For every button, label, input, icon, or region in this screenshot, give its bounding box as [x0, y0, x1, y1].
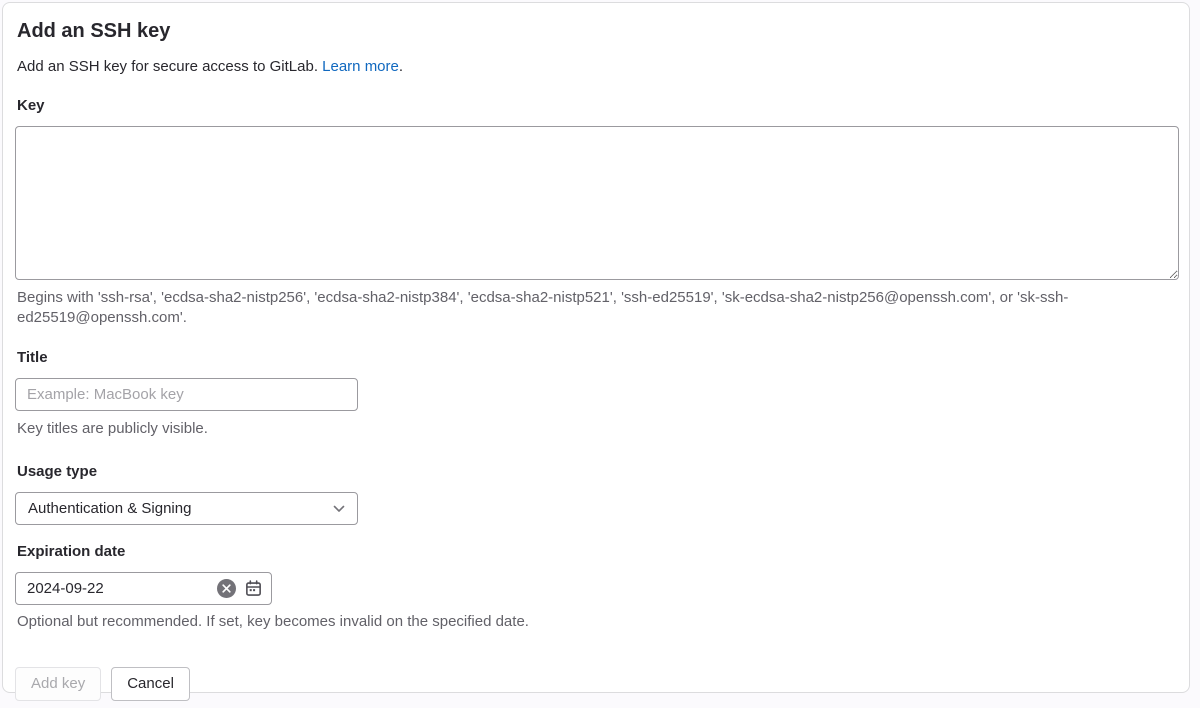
expiration-date-field[interactable]: 2024-09-22 — [15, 572, 272, 605]
cancel-button[interactable]: Cancel — [111, 667, 190, 701]
title-form-group: Title Key titles are publicly visible. — [15, 350, 1177, 439]
page-description: Add an SSH key for secure access to GitL… — [17, 57, 1177, 76]
x-circle-icon — [222, 584, 231, 593]
add-key-button[interactable]: Add key — [15, 667, 101, 701]
usage-type-label: Usage type — [17, 464, 1177, 479]
expiration-form-group: Expiration date 2024-09-22 — [15, 544, 1177, 632]
expiration-help-text: Optional but recommended. If set, key be… — [17, 612, 1177, 632]
title-input[interactable] — [15, 378, 358, 411]
usage-type-select[interactable]: Authentication & Signing — [15, 492, 358, 525]
expiration-label: Expiration date — [17, 544, 1177, 559]
title-help-text: Key titles are publicly visible. — [17, 419, 1177, 439]
description-text: Add an SSH key for secure access to GitL… — [17, 58, 322, 75]
page-title: Add an SSH key — [17, 17, 1177, 45]
add-ssh-key-panel: Add an SSH key Add an SSH key for secure… — [2, 2, 1190, 693]
calendar-picker-button[interactable] — [244, 580, 262, 598]
learn-more-link[interactable]: Learn more — [322, 58, 399, 75]
expiration-date-value[interactable]: 2024-09-22 — [27, 580, 217, 597]
chevron-down-icon — [333, 505, 345, 513]
calendar-icon — [245, 580, 262, 597]
title-label: Title — [17, 350, 1177, 365]
usage-type-form-group: Usage type Authentication & Signing — [15, 464, 1177, 525]
key-label: Key — [17, 98, 1177, 113]
clear-date-button[interactable] — [217, 579, 236, 598]
description-suffix: . — [399, 58, 403, 75]
form-actions: Add key Cancel — [15, 667, 1177, 701]
ssh-key-textarea[interactable] — [15, 126, 1179, 280]
key-form-group: Key Begins with 'ssh-rsa', 'ecdsa-sha2-n… — [15, 98, 1177, 328]
usage-type-selected-value: Authentication & Signing — [28, 500, 191, 517]
key-help-text: Begins with 'ssh-rsa', 'ecdsa-sha2-nistp… — [17, 288, 1177, 328]
